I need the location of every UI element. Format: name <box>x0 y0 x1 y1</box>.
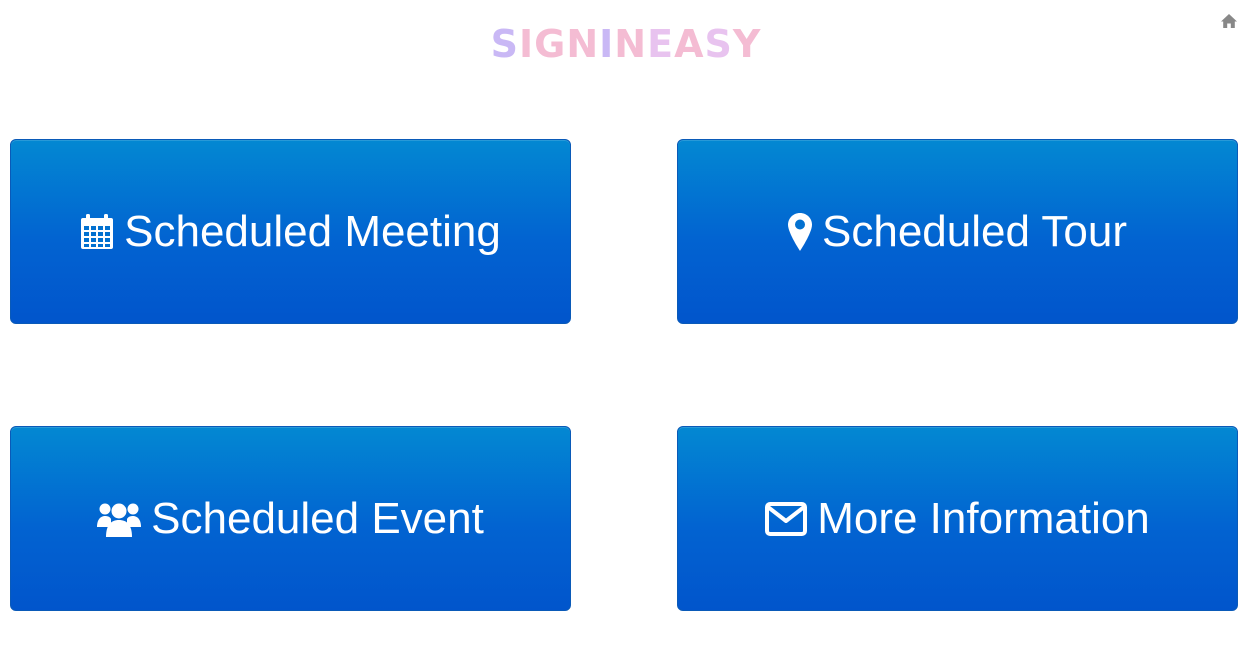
logo-letter: E <box>647 22 675 66</box>
scheduled-meeting-button[interactable]: Scheduled Meeting <box>10 139 571 324</box>
logo-letter: S <box>704 22 733 66</box>
users-icon <box>97 501 142 537</box>
logo-letter: G <box>534 22 567 66</box>
home-button[interactable] <box>1220 12 1238 30</box>
envelope-icon <box>765 501 808 536</box>
map-marker-icon <box>788 212 812 251</box>
scheduled-meeting-label: Scheduled Meeting <box>124 206 501 256</box>
scheduled-tour-button[interactable]: Scheduled Tour <box>677 139 1238 324</box>
logo-letter: N <box>566 22 600 66</box>
logo-letter: N <box>614 22 648 66</box>
scheduled-tour-label: Scheduled Tour <box>822 206 1127 256</box>
calendar-icon <box>80 213 114 250</box>
logo-letter: Y <box>732 22 762 66</box>
scheduled-event-label: Scheduled Event <box>151 493 484 543</box>
logo-letter: S <box>490 22 519 66</box>
home-icon <box>1220 12 1238 30</box>
more-information-label: More Information <box>817 493 1150 543</box>
logo-letter: A <box>674 22 705 66</box>
logo-letter: I <box>599 22 615 66</box>
logo-letter: I <box>518 22 535 66</box>
page: SIGNINEASY Scheduled Meeting Scheduled T… <box>0 0 1252 652</box>
signineasy-logo: SIGNINEASY <box>0 22 1252 66</box>
more-information-button[interactable]: More Information <box>677 426 1238 611</box>
scheduled-event-button[interactable]: Scheduled Event <box>10 426 571 611</box>
